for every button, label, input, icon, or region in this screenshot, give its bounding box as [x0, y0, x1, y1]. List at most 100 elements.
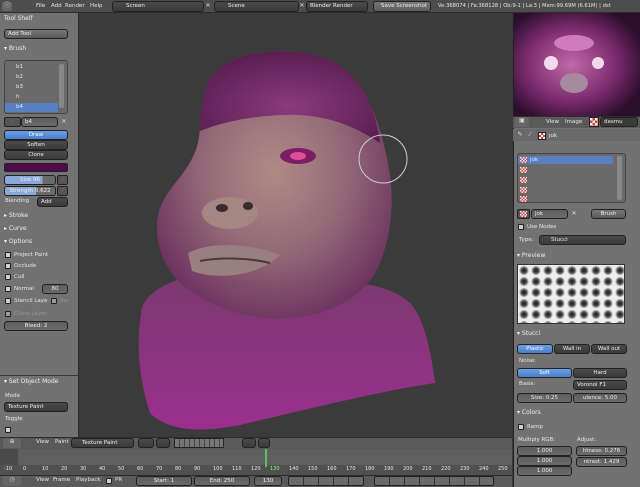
curve-panel-header[interactable]: ▸ Curve: [0, 224, 79, 234]
clone-layer-checkbox[interactable]: [5, 311, 11, 317]
preview-panel-header[interactable]: ▾ Preview: [513, 251, 640, 261]
noise-hard-button[interactable]: Hard: [573, 368, 627, 378]
green-multiply-field[interactable]: 1.000: [517, 456, 572, 466]
close-icon[interactable]: ✕: [204, 2, 212, 10]
red-multiply-field[interactable]: 1.000: [517, 446, 572, 456]
ramp-checkbox[interactable]: [518, 424, 524, 430]
pressure-size-button[interactable]: ⁄: [57, 175, 68, 185]
scene-select[interactable]: Scene: [214, 1, 299, 12]
layer-buttons[interactable]: [174, 438, 224, 448]
brush-name-field[interactable]: b4: [21, 117, 58, 127]
menu-file[interactable]: File: [36, 3, 45, 9]
stucci-panel-header[interactable]: ▾ Stucci: [513, 329, 640, 339]
mode-soften-button[interactable]: Soften: [4, 140, 68, 150]
stroke-panel-header[interactable]: ▸ Stroke: [0, 211, 79, 221]
mode-draw-button[interactable]: Draw: [4, 130, 68, 140]
size-field[interactable]: Size 96: [4, 175, 56, 185]
options-panel-header[interactable]: ▾ Options: [0, 237, 79, 247]
tool-shelf-title[interactable]: Tool Shelf: [0, 14, 79, 24]
interaction-mode-select[interactable]: Texture Paint: [71, 438, 134, 448]
brush-color-swatch[interactable]: [4, 163, 68, 172]
render-engine-value: Blender Render: [310, 3, 353, 9]
brightness-field[interactable]: htness: 0.276: [576, 446, 627, 456]
save-screenshot-button[interactable]: Save Screenshot: [373, 1, 431, 12]
blending-select[interactable]: Add: [37, 197, 68, 207]
3d-viewport[interactable]: [80, 13, 512, 437]
object-mode-select[interactable]: Texture Paint: [4, 402, 68, 412]
viewport-shading-select[interactable]: [138, 438, 154, 448]
brush-item-label: b2: [16, 74, 23, 80]
noise-label: Noise:: [519, 358, 537, 364]
normal-angle-field[interactable]: 80: [42, 284, 68, 294]
use-nodes-checkbox[interactable]: [518, 224, 524, 230]
mode-clone-button[interactable]: Clone: [4, 150, 68, 160]
preview-range-checkbox[interactable]: [106, 478, 112, 484]
operator-panel-header[interactable]: ▾ Set Object Mode: [0, 377, 79, 387]
timeline-view-menu[interactable]: View: [36, 477, 49, 483]
pivot-select[interactable]: [156, 438, 170, 448]
occlude-checkbox[interactable]: [5, 263, 11, 269]
viewport-view-menu[interactable]: View: [36, 439, 49, 445]
texture-type-select[interactable]: Stucci: [539, 235, 626, 245]
add-tool-select[interactable]: Add Tool: [4, 29, 68, 39]
menu-help[interactable]: Help: [90, 3, 103, 9]
image-view-menu[interactable]: View: [546, 119, 559, 125]
info-editor-icon[interactable]: ⓘ: [2, 2, 12, 11]
noise-size-field[interactable]: Size: 0.25: [517, 393, 572, 403]
viewport-paint-menu[interactable]: Paint: [55, 439, 69, 445]
render-engine-select[interactable]: Blender Render: [306, 1, 368, 12]
3d-view-editor-icon[interactable]: ⊕: [3, 438, 21, 448]
image-name-field[interactable]: dasmu: [600, 117, 638, 127]
brush-list-scrollbar[interactable]: [59, 64, 64, 108]
image-browse-icon[interactable]: [589, 117, 599, 127]
turbulence-field[interactable]: ulence: 5.00: [573, 393, 627, 403]
pressure-strength-button[interactable]: ⁄: [57, 186, 68, 196]
noise-basis-select[interactable]: Voronoi F1: [573, 380, 627, 390]
noise-soft-button[interactable]: Soft: [517, 368, 572, 378]
contrast-field[interactable]: ntrast: 1.429: [576, 457, 627, 467]
ramp-label: Ramp: [527, 424, 543, 430]
texture-context-icon[interactable]: [538, 132, 546, 140]
playback-controls[interactable]: [288, 476, 364, 486]
blue-multiply-field[interactable]: 1.000: [517, 466, 572, 476]
strength-field[interactable]: Strength 0.622: [4, 186, 56, 196]
keying-controls[interactable]: [374, 476, 494, 486]
timeline-frame-menu[interactable]: Frame: [53, 477, 70, 483]
opengl-render-button[interactable]: [258, 438, 270, 448]
stencil-layer-checkbox[interactable]: [5, 298, 11, 304]
start-frame-field[interactable]: Start: 1: [136, 476, 192, 486]
cull-checkbox[interactable]: [5, 274, 11, 280]
normal-checkbox[interactable]: [5, 286, 11, 292]
project-paint-checkbox[interactable]: [5, 252, 11, 258]
close-icon[interactable]: ✕: [298, 2, 306, 10]
texture-slot-scrollbar[interactable]: [617, 156, 622, 200]
texture-brush-button[interactable]: Brush: [591, 209, 626, 219]
screen-layout-select[interactable]: Screen: [112, 1, 204, 12]
stucci-wall-out-button[interactable]: Wall out: [591, 344, 627, 354]
brush-selector-icon[interactable]: ⁄: [4, 117, 21, 127]
stucci-plastic-button[interactable]: Plastic: [517, 344, 553, 354]
toggle-checkbox[interactable]: [5, 427, 11, 433]
menu-add[interactable]: Add: [51, 3, 62, 9]
image-image-menu[interactable]: Image: [565, 119, 582, 125]
image-editor-icon[interactable]: ▣: [515, 117, 529, 127]
size-label: Size: [19, 177, 32, 183]
pin-icon[interactable]: ✎: [516, 131, 524, 139]
end-frame-field[interactable]: End: 250: [194, 476, 250, 486]
stucci-wall-in-button[interactable]: Wall in: [554, 344, 590, 354]
colors-panel-header[interactable]: ▾ Colors: [513, 408, 640, 418]
close-icon[interactable]: ✕: [570, 210, 578, 218]
texture-name-field[interactable]: jok: [531, 209, 568, 219]
image-editor-preview[interactable]: [513, 13, 640, 116]
timeline-editor-icon[interactable]: ◷: [3, 476, 21, 486]
menu-render[interactable]: Render: [65, 3, 85, 9]
close-icon[interactable]: ✕: [60, 118, 68, 126]
painted-texture-image: [514, 13, 640, 116]
bleed-field[interactable]: Bleed: 2: [4, 321, 68, 331]
timeline-playback-menu[interactable]: Playback: [76, 477, 101, 483]
inv-checkbox[interactable]: [51, 298, 57, 304]
brush-panel-header[interactable]: ▾ Brush: [0, 44, 79, 54]
render-preview-button[interactable]: [242, 438, 256, 448]
current-frame-field[interactable]: 130: [254, 476, 282, 486]
brush-context-icon[interactable]: ⁄: [526, 131, 534, 139]
